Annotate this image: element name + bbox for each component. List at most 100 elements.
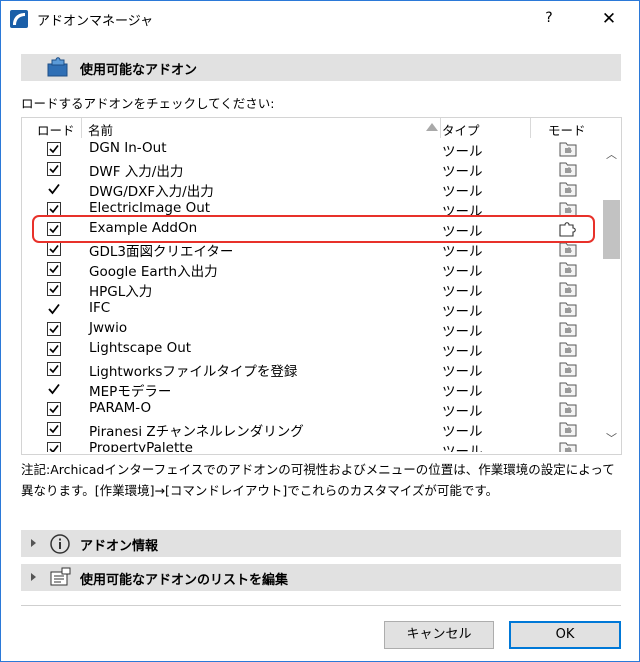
expand-triangle-icon [31,573,36,581]
instruction-text: ロードするアドオンをチェックしてください: [21,96,275,111]
selection-highlight-box [32,215,595,243]
table-row[interactable]: Jwwio ツール [22,319,602,340]
vertical-scrollbar[interactable]: ︿ ﹀ [603,118,620,454]
window-title: アドオンマネージャ [37,14,154,29]
addon-type: ツール [442,144,483,160]
load-checkbox[interactable] [47,242,61,256]
load-checkbox[interactable] [47,442,61,452]
addon-name: Jwwio [89,320,128,336]
scroll-up-arrow-icon[interactable]: ︿ [606,146,617,162]
addon-name: DWG/DXF入力/出力 [89,184,214,200]
column-header-name[interactable]: 名前 [88,120,113,139]
load-checkbox[interactable] [47,362,61,376]
help-button[interactable]: ? [539,10,559,28]
addon-type: ツール [442,244,483,260]
load-checkbox[interactable] [47,182,61,196]
expand-triangle-icon [31,539,36,547]
table-row[interactable]: Piranesi Zチャンネルレンダリング ツール [22,419,602,440]
column-header-mode[interactable]: モード [548,120,586,139]
note-text: 注記:Archicadインターフェイスでのアドオンの可視性およびメニューの位置は… [21,459,621,501]
available-addons-section-header: 使用可能なアドオン [21,54,621,81]
column-separator[interactable] [81,118,82,138]
addon-folder-icon [559,282,577,297]
addon-folder-icon [559,342,577,357]
addon-name: GDL3面図クリエイター [89,244,234,260]
addon-folder-icon [559,382,577,397]
addon-folder-icon [559,182,577,197]
addon-type: ツール [442,324,483,340]
addon-type: ツール [442,364,483,380]
addon-folder-icon [559,262,577,277]
column-header-type[interactable]: タイプ [442,120,480,139]
table-row[interactable]: IFC ツール [22,299,602,320]
addon-folder-icon [559,142,577,157]
table-row[interactable]: DGN In-Out ツール [22,139,602,160]
addon-name: Lightscape Out [89,340,192,356]
load-checkbox[interactable] [47,282,61,296]
addon-name: PARAM-O [89,400,152,416]
addon-folder-icon [559,162,577,177]
load-checkbox[interactable] [47,302,61,316]
column-separator[interactable] [530,118,531,138]
addon-type: ツール [442,384,483,400]
load-checkbox[interactable] [47,202,61,216]
edit-list-icon [50,567,71,586]
note-line-1: 注記:Archicadインターフェイスでのアドオンの可視性およびメニューの位置は… [21,462,615,477]
scrollbar-thumb[interactable] [603,200,620,259]
load-checkbox[interactable] [47,342,61,356]
info-icon [50,534,70,554]
addon-type: ツール [442,264,483,280]
button-divider [21,605,621,606]
load-checkbox[interactable] [47,402,61,416]
load-checkbox[interactable] [47,142,61,156]
addon-name: Lightworksファイルタイプを登録 [89,364,298,380]
load-checkbox[interactable] [47,262,61,276]
table-row[interactable]: PropertyPalette ツール [22,439,602,452]
addon-type: ツール [442,344,483,360]
addon-folder-icon [559,322,577,337]
addon-folder-icon [559,362,577,377]
table-row[interactable]: HPGL入力 ツール [22,279,602,300]
addon-info-section-header[interactable]: アドオン情報 [21,530,621,557]
table-row[interactable]: MEPモデラー ツール [22,379,602,400]
close-button[interactable]: ✕ [597,9,621,29]
table-row[interactable]: DWF 入力/出力 ツール [22,159,602,180]
table-row[interactable]: DWG/DXF入力/出力 ツール [22,179,602,200]
column-separator[interactable] [440,118,441,138]
scroll-down-arrow-icon[interactable]: ﹀ [606,430,617,446]
addon-name: Piranesi Zチャンネルレンダリング [89,424,304,440]
table-row[interactable]: Google Earth入出力 ツール [22,259,602,280]
addon-folder-icon [559,302,577,317]
ok-button[interactable]: OK [509,621,621,649]
addon-puzzle-icon [47,57,68,77]
addon-name: DWF 入力/出力 [89,164,184,180]
addon-name: HPGL入力 [89,284,153,300]
edit-addon-list-section-header[interactable]: 使用可能なアドオンのリストを編集 [21,564,621,591]
addon-type: ツール [442,164,483,180]
load-checkbox[interactable] [47,422,61,436]
section-title: 使用可能なアドオンのリストを編集 [80,573,289,588]
title-bar: アドオンマネージャ ? ✕ [1,1,639,37]
table-row[interactable]: Lightworksファイルタイプを登録 ツール [22,359,602,380]
archicad-app-icon [10,10,28,28]
table-row[interactable]: Lightscape Out ツール [22,339,602,360]
addon-list: ロード 名前 タイプ モード DGN In-Out ツール DWF 入力/出力 ツール… [21,117,622,455]
addon-type: ツール [442,184,483,200]
load-checkbox[interactable] [47,382,61,396]
cancel-button[interactable]: キャンセル [384,621,494,649]
addon-type: ツール [442,444,483,452]
addon-manager-dialog: アドオンマネージャ ? ✕ 使用可能なアドオン ロードするアドオンをチェックして… [0,0,640,662]
list-header: ロード 名前 タイプ モード [22,118,602,138]
load-checkbox[interactable] [47,322,61,336]
addon-name: Google Earth入出力 [89,264,218,280]
section-title: アドオン情報 [80,539,159,554]
addon-name: DGN In-Out [89,140,167,156]
sort-ascending-icon [426,123,438,131]
table-row[interactable]: PARAM-O ツール [22,399,602,420]
addon-type: ツール [442,304,483,320]
section-title: 使用可能なアドオン [80,63,198,78]
column-header-load[interactable]: ロード [37,120,75,139]
addon-type: ツール [442,284,483,300]
addon-name: MEPモデラー [89,384,172,400]
load-checkbox[interactable] [47,162,61,176]
